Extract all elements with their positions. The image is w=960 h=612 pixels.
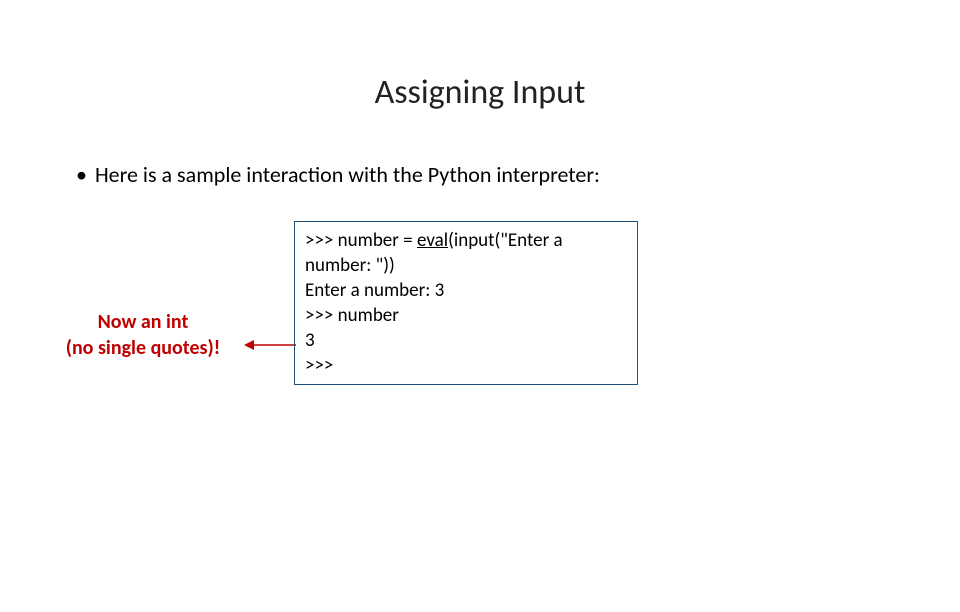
- code-box: >>> number = eval(input("Enter a number:…: [294, 221, 638, 385]
- code-text: input("Enter a: [454, 229, 567, 252]
- code-line-6: >>>: [305, 353, 627, 378]
- callout-line-1: Now an int: [38, 309, 248, 335]
- code-text: number: "): [305, 254, 389, 277]
- bullet-marker: •: [76, 161, 87, 189]
- bullet-item: • Here is a sample interaction with the …: [76, 161, 960, 189]
- bullet-text: Here is a sample interaction with the Py…: [95, 161, 600, 189]
- code-line-2: number: ")): [305, 253, 627, 278]
- callout-line-2: (no single quotes)!: [38, 335, 248, 361]
- eval-function: eval: [417, 229, 448, 252]
- code-line-3: Enter a number: 3: [305, 278, 627, 303]
- code-line-4: >>> number: [305, 303, 627, 328]
- content-area: Now an int (no single quotes)! >>> numbe…: [0, 217, 960, 417]
- code-text: >>> number =: [305, 229, 417, 252]
- close-paren: ): [389, 254, 395, 277]
- code-line-1: >>> number = eval(input("Enter a: [305, 228, 627, 253]
- code-line-5: 3: [305, 328, 627, 353]
- slide-title: Assigning Input: [0, 72, 960, 113]
- callout-label: Now an int (no single quotes)!: [38, 309, 248, 361]
- arrow-left-icon: [244, 338, 296, 352]
